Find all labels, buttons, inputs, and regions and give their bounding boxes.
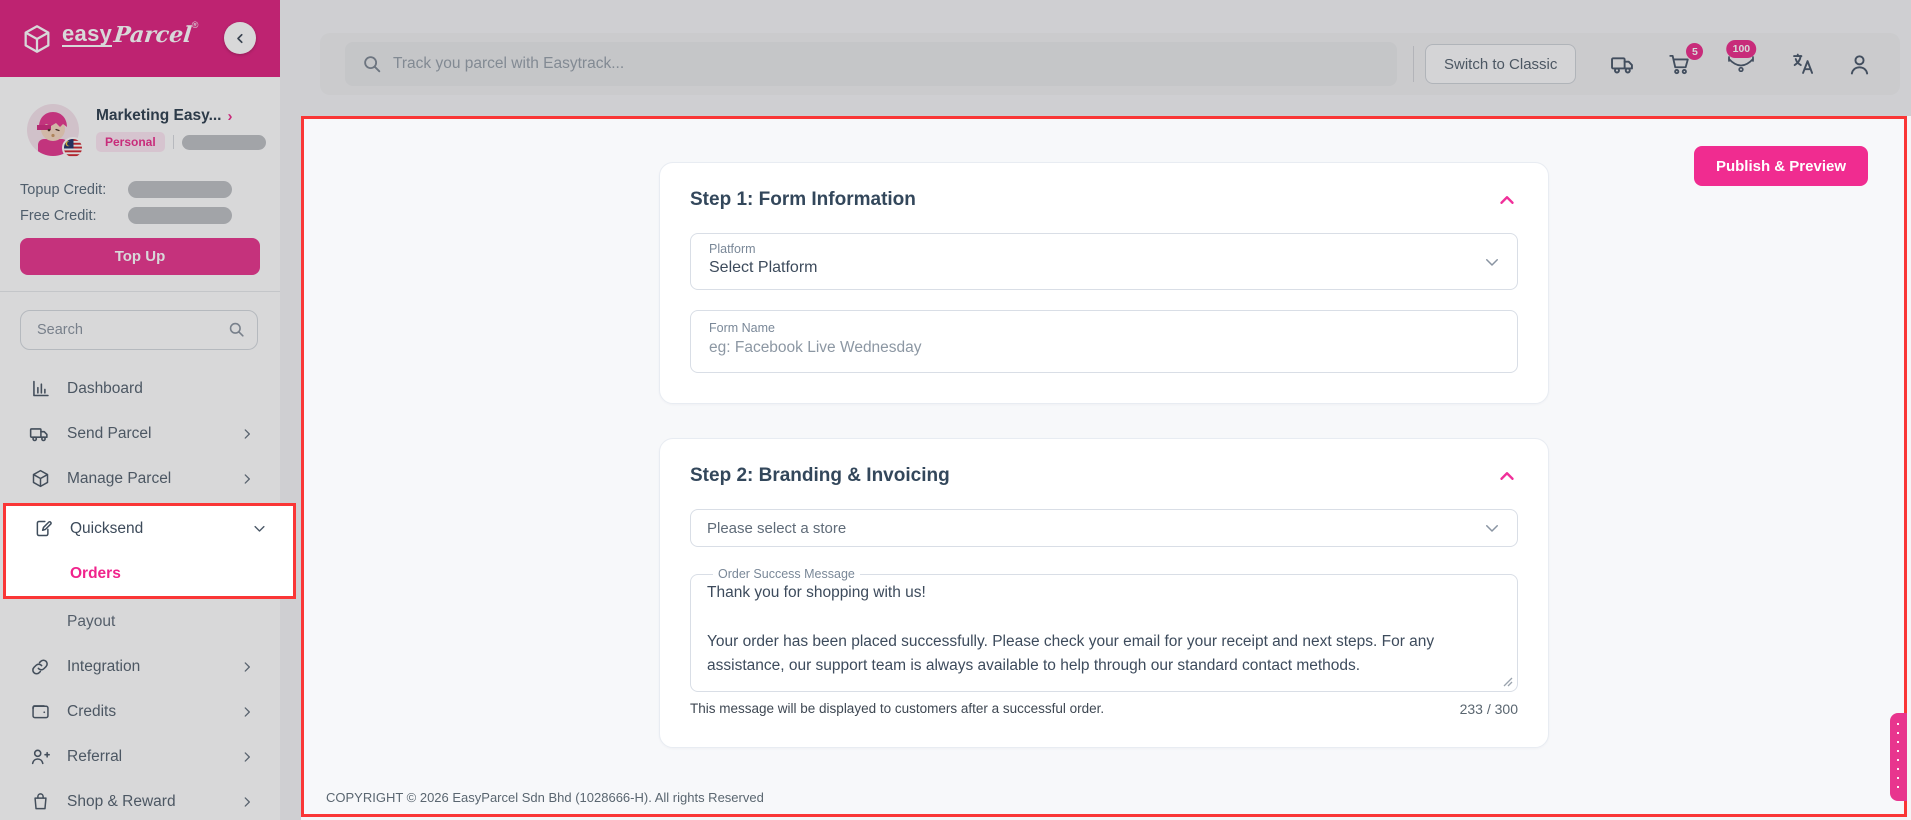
bar-chart-icon [28,378,52,399]
credit-summary: Topup Credit: Free Credit: [0,157,280,224]
platform-label: Platform [709,242,1469,256]
character-counter: 233 / 300 [1460,701,1518,717]
step1-title: Step 1: Form Information [690,189,916,211]
sidebar-item-credits[interactable]: Credits [0,689,280,734]
easyparcel-app: easy Parcel ® [0,0,1911,820]
switch-to-classic-button[interactable]: Switch to Classic [1425,44,1576,84]
order-success-message-label: Order Success Message [713,567,860,581]
sidebar: easy Parcel ® [0,0,280,820]
divider [173,135,174,149]
track-search [345,42,1397,86]
chevron-right-icon [240,705,254,719]
top-up-button[interactable]: Top Up [20,238,260,275]
chevron-right-icon [240,750,254,764]
sidebar-item-shop-reward[interactable]: Shop & Reward [0,779,280,820]
free-credit-label: Free Credit: [20,208,128,224]
sidebar-item-referral[interactable]: Referral [0,734,280,779]
chevron-right-icon [240,795,254,809]
profile-info: Marketing Easy... › Personal [96,103,266,157]
shopping-bag-icon [28,791,52,812]
sidebar-collapse-button[interactable] [224,22,256,54]
step1-card: Step 1: Form Information Platform Select… [659,162,1549,404]
logo-text-easy: easy [62,22,112,47]
credit-100-badge: 100 [1727,40,1757,58]
topbar-toolbar: Switch to Classic 5 100 [320,33,1900,95]
search-icon [227,320,246,339]
step2-card: Step 2: Branding & Invoicing Please sele… [659,438,1549,748]
track-parcel-input[interactable] [393,55,1397,73]
chevron-down-icon [252,521,267,536]
sidebar-item-dashboard[interactable]: Dashboard [0,366,280,411]
search-icon [361,53,383,75]
free-credit-value-redacted [128,207,232,224]
step2-title: Step 2: Branding & Invoicing [690,465,950,487]
topbar: Switch to Classic 5 100 [280,0,1911,116]
sidebar-item-integration[interactable]: Integration [0,644,280,689]
resize-handle-icon[interactable] [1503,677,1513,687]
sidebar-nav: Dashboard Send Parcel Manage Parcel [0,366,280,820]
cart-count-badge: 5 [1686,43,1703,60]
chevron-right-icon [240,427,254,441]
order-success-message-field: Order Success Message Thank you for shop… [690,567,1518,692]
account-id-redacted [182,135,266,150]
topup-credit-value-redacted [128,181,232,198]
side-chat-tab[interactable] [1890,713,1907,801]
quicksend-doc-pencil-icon [31,518,55,539]
truck-icon [28,423,52,445]
account-type-badge: Personal [96,132,165,152]
shipments-truck-icon[interactable] [1610,51,1637,78]
logo-text-parcel: Parcel [113,22,193,48]
link-icon [28,656,52,678]
topbar-icons: 5 100 [1610,50,1873,78]
chevron-down-icon [1483,519,1501,537]
cube-icon [28,468,52,489]
sidebar-search [20,310,260,350]
copyright-footer: COPYRIGHT © 2026 EasyParcel Sdn Bhd (102… [326,790,764,805]
quicksend-annotation-box: Quicksend Orders [3,503,296,599]
divider [0,291,280,292]
store-select-placeholder: Please select a store [707,520,846,537]
form-builder: Step 1: Form Information Platform Select… [659,162,1549,748]
chevron-down-icon [1483,253,1501,271]
sidebar-item-manage-parcel[interactable]: Manage Parcel [0,456,280,501]
sidebar-item-send-parcel[interactable]: Send Parcel [0,411,280,456]
chevron-left-icon [233,31,248,46]
user-profile: Marketing Easy... › Personal [0,77,280,157]
platform-value: Select Platform [709,259,1469,277]
sidebar-item-quicksend[interactable]: Quicksend [6,506,293,551]
publish-preview-button[interactable]: Publish & Preview [1694,146,1868,186]
language-translate-icon[interactable] [1789,51,1816,78]
chevron-up-icon[interactable] [1496,189,1518,211]
sidebar-search-input[interactable] [20,310,258,350]
topup-credit-label: Topup Credit: [20,182,128,198]
user-name[interactable]: Marketing Easy... [96,107,221,125]
main-annotation-box: Publish & Preview Step 1: Form Informati… [301,116,1907,817]
message-helper-text: This message will be displayed to custom… [690,701,1104,717]
easyparcel-logo: easy Parcel ® [20,22,198,56]
form-name-input[interactable] [709,339,1499,357]
store-select[interactable]: Please select a store [690,509,1518,547]
platform-select[interactable]: Platform Select Platform [690,233,1518,290]
chevron-up-icon[interactable] [1496,465,1518,487]
form-name-field: Form Name [690,310,1518,373]
divider [1413,46,1414,82]
sidebar-item-payout[interactable]: Payout [0,599,280,644]
user-plus-icon [28,746,52,768]
form-name-label: Form Name [709,321,1499,335]
wallet-icon [28,701,52,722]
sidebar-header: easy Parcel ® [0,0,280,77]
sidebar-item-orders[interactable]: Orders [6,551,293,596]
account-person-icon[interactable] [1846,51,1873,78]
avatar[interactable] [26,103,80,157]
order-success-message-textarea[interactable]: Thank you for shopping with us! Your ord… [707,581,1501,683]
chevron-right-icon [240,472,254,486]
malaysia-flag-icon [62,137,84,159]
cart-icon[interactable]: 5 [1667,51,1693,77]
chevron-right-icon [240,660,254,674]
chevron-right-icon: › [227,108,232,125]
cube-logo-icon [20,22,54,56]
free-credit-promo-icon[interactable]: 100 [1723,50,1759,78]
